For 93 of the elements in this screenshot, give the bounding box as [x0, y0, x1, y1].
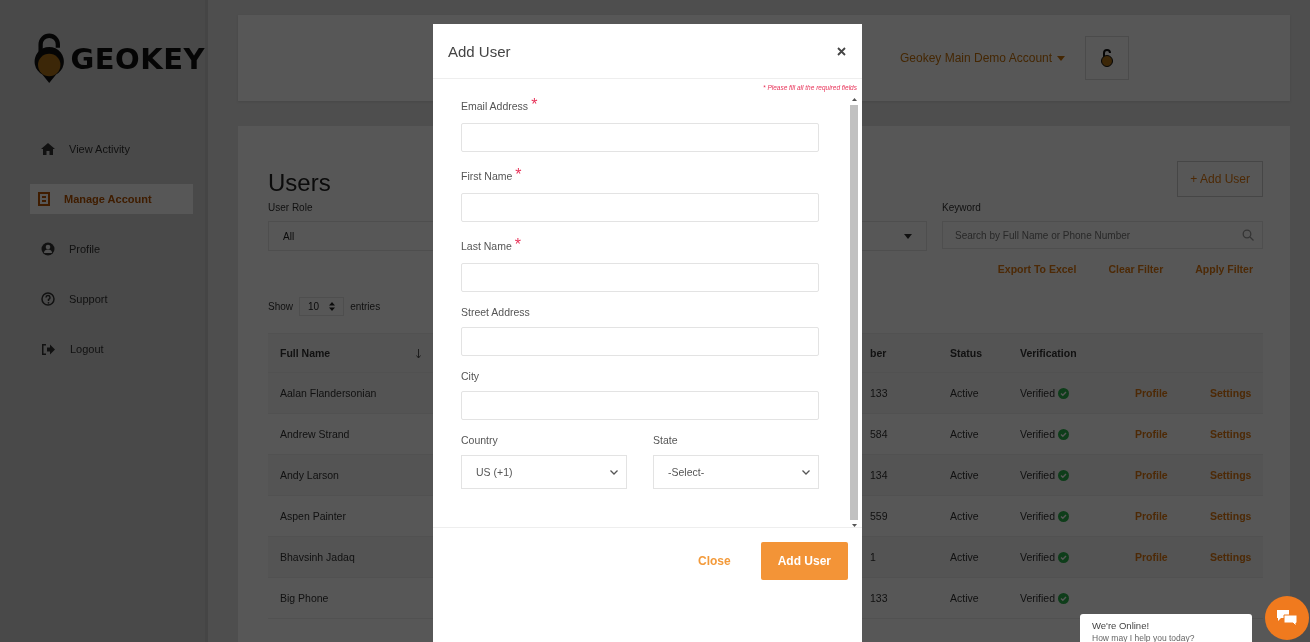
row-link[interactable]: Profile: [1135, 387, 1168, 399]
table-cell: 1: [870, 551, 876, 563]
avatar-button[interactable]: [1085, 36, 1130, 80]
required-mark: *: [514, 236, 521, 254]
field-label: City: [461, 370, 480, 382]
sidebar-item[interactable]: Profile: [33, 234, 196, 264]
row-link[interactable]: Profile: [1135, 510, 1168, 522]
table-cell: Verified: [1020, 510, 1056, 522]
field-label: State: [653, 434, 678, 446]
text-field[interactable]: [461, 391, 819, 420]
logout-icon: [41, 342, 56, 356]
chevron-icon: [802, 469, 810, 475]
table-cell: Verified: [1020, 387, 1056, 399]
table-cell: Active: [950, 428, 979, 440]
table-cell: Aspen Painter: [280, 510, 346, 522]
table-cell: Andrew Strand: [280, 428, 350, 440]
show-label: Show: [268, 300, 293, 312]
table-cell: 134: [870, 469, 888, 481]
field-label: Keyword: [942, 202, 982, 214]
column-header[interactable]: Status: [950, 347, 983, 359]
table-cell: Active: [950, 387, 979, 399]
caret-icon: [904, 233, 912, 239]
column-header[interactable]: Full Name: [280, 347, 331, 359]
row-link[interactable]: Profile: [1135, 428, 1168, 440]
logo-text: GEOKEY: [70, 42, 205, 76]
table-cell: Active: [950, 592, 979, 604]
filter-link[interactable]: Clear Filter: [1108, 263, 1164, 275]
row-link[interactable]: Settings: [1210, 469, 1252, 481]
field-label: Street Address: [461, 306, 530, 318]
sidebar-item[interactable]: Manage Account: [30, 184, 193, 214]
dialog-title: Add User: [448, 42, 511, 60]
table-cell: Active: [950, 551, 979, 563]
text-field[interactable]: [461, 123, 819, 152]
chat-subtitle: How may I help you today?: [1092, 633, 1196, 642]
chat-bubble[interactable]: We're Online! How may I help you today?: [1080, 614, 1252, 642]
row-link[interactable]: Profile: [1135, 551, 1168, 563]
field-label: Country: [461, 434, 498, 446]
required-mark: *: [531, 96, 538, 114]
table-cell: Aalan Flandersonian: [280, 387, 377, 399]
row-link[interactable]: Settings: [1210, 428, 1252, 440]
text-field[interactable]: [461, 263, 819, 292]
table-cell: Verified: [1020, 592, 1056, 604]
lock-icon: [1101, 49, 1114, 67]
table-cell: Big Phone: [280, 592, 329, 604]
row-link[interactable]: Settings: [1210, 510, 1252, 522]
search-icon: [1242, 229, 1254, 241]
table-cell: Active: [950, 510, 979, 522]
chevron-icon: [610, 469, 618, 475]
text-field[interactable]: [461, 327, 819, 356]
field-label: User Role: [268, 202, 314, 214]
filter-link[interactable]: Apply Filter: [1195, 263, 1253, 275]
add-user-button[interactable]: + Add User: [1177, 161, 1263, 197]
row-link[interactable]: Profile: [1135, 469, 1168, 481]
chat-icon: [1276, 609, 1298, 627]
close-link-button[interactable]: Close: [691, 553, 737, 569]
dropdown-field[interactable]: US (+1): [461, 455, 627, 489]
table-cell: 133: [870, 592, 888, 604]
sort-icon: [416, 348, 421, 358]
scroll-down-icon: [851, 524, 857, 527]
table-cell: 559: [870, 510, 888, 522]
filter-link[interactable]: Export To Excel: [997, 263, 1077, 275]
help-icon: [41, 292, 55, 306]
row-link[interactable]: Settings: [1210, 387, 1252, 399]
row-link[interactable]: Settings: [1210, 551, 1252, 563]
scroll-up-icon: [851, 98, 857, 101]
field-label: Email Address: [461, 100, 529, 112]
field-label: Last Name: [461, 240, 512, 252]
page-title: Users: [268, 169, 331, 197]
table-cell: Bhavsinh Jadaq: [280, 551, 355, 563]
text-field[interactable]: [461, 193, 819, 222]
sort-icon: [329, 301, 336, 311]
required-mark: *: [515, 166, 522, 184]
user-icon: [41, 242, 55, 256]
dropdown-field[interactable]: -Select-: [653, 455, 819, 489]
table-cell: Andy Larson: [280, 469, 339, 481]
close-icon: [837, 46, 846, 56]
entries-select[interactable]: 10: [299, 296, 345, 316]
caret-icon: [1057, 55, 1066, 61]
table-cell: Verified: [1020, 469, 1056, 481]
table-cell: 133: [870, 387, 888, 399]
entries-label: entries: [350, 300, 381, 312]
table-cell: Verified: [1020, 428, 1056, 440]
column-header[interactable]: Verification: [1020, 347, 1077, 359]
account-menu[interactable]: Geokey Main Demo Account: [900, 51, 1066, 65]
add-user-button[interactable]: Add User: [760, 542, 848, 580]
table-cell: Active: [950, 469, 979, 481]
column-header[interactable]: ber: [870, 347, 887, 359]
table-cell: Verified: [1020, 551, 1056, 563]
field-label: First Name: [461, 170, 513, 182]
table-cell: 584: [870, 428, 888, 440]
home-icon: [41, 143, 55, 155]
chat-title: We're Online!: [1092, 620, 1151, 631]
building-icon: [38, 192, 50, 206]
